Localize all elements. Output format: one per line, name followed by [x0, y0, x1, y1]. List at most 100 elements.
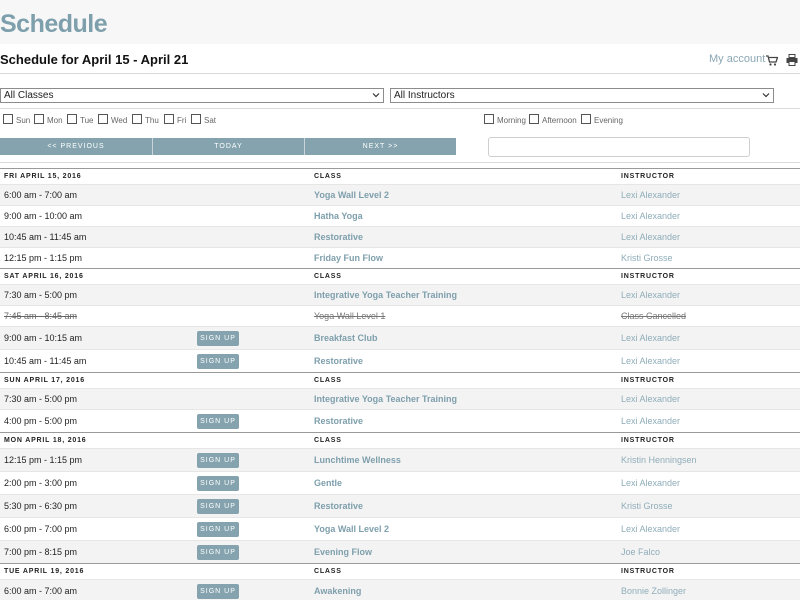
checkbox-morning[interactable] — [484, 114, 494, 124]
sign-up-button[interactable]: SIGN UP — [197, 354, 239, 369]
class-time: 4:00 pm - 5:00 pm — [4, 416, 78, 426]
checkbox-thu[interactable] — [132, 114, 142, 124]
previous-week-button[interactable]: << PREVIOUS — [0, 138, 152, 155]
checkbox-tue[interactable] — [67, 114, 77, 124]
class-name-link[interactable]: Yoga Wall Level 2 — [314, 524, 389, 534]
class-time: 10:45 am - 11:45 am — [4, 356, 87, 366]
sign-up-button[interactable]: SIGN UP — [197, 499, 239, 514]
page-title: Schedule — [0, 10, 108, 38]
checkbox-evening[interactable] — [581, 114, 591, 124]
day-header: FRI APRIL 15, 2016 CLASS INSTRUCTOR — [0, 168, 800, 184]
instructor-link[interactable]: Lexi Alexander — [621, 333, 680, 343]
checkbox-sun[interactable] — [3, 114, 13, 124]
checkbox-afternoon[interactable] — [529, 114, 539, 124]
class-time: 7:45 am - 8:45 am — [4, 311, 78, 321]
column-header-class: CLASS — [314, 568, 342, 575]
instructor-link[interactable]: Kristin Henningsen — [621, 455, 697, 465]
instructor-link[interactable]: Lexi Alexander — [621, 190, 680, 200]
class-filter-value: All Classes — [4, 90, 54, 101]
instructor-link[interactable]: Lexi Alexander — [621, 290, 680, 300]
class-time: 5:30 pm - 6:30 pm — [4, 501, 78, 511]
sign-up-button[interactable]: SIGN UP — [197, 453, 239, 468]
class-time: 7:30 am - 5:00 pm — [4, 394, 78, 404]
day-header: TUE APRIL 19, 2016 CLASS INSTRUCTOR — [0, 563, 800, 579]
class-name-link[interactable]: Awakening — [314, 586, 361, 596]
checkbox-label-mon: Mon — [47, 116, 63, 125]
class-filter-select[interactable]: All Classes — [0, 88, 384, 103]
column-header-instructor: INSTRUCTOR — [621, 173, 675, 180]
class-cancelled-status: Class Cancelled — [621, 311, 687, 321]
instructor-link[interactable]: Lexi Alexander — [621, 416, 680, 426]
column-header-instructor: INSTRUCTOR — [621, 437, 675, 444]
class-name-link[interactable]: Yoga Wall Level 2 — [314, 190, 389, 200]
checkbox-label-tue: Tue — [80, 116, 94, 125]
sign-up-button[interactable]: SIGN UP — [197, 522, 239, 537]
schedule-row: 2:00 pm - 3:00 pm SIGN UP Gentle Lexi Alexa… — [0, 471, 800, 494]
schedule-row: 12:15 pm - 1:15 pm SIGN UP Lunchtime Welln… — [0, 448, 800, 471]
class-name-link[interactable]: Friday Fun Flow — [314, 253, 383, 263]
schedule-row: 7:30 am - 5:00 pm Integrative Yoga Teache… — [0, 284, 800, 305]
class-name-link[interactable]: Yoga Wall Level 1 — [314, 311, 385, 321]
checkbox-sat[interactable] — [191, 114, 201, 124]
instructor-link[interactable]: Lexi Alexander — [621, 356, 680, 366]
instructor-link[interactable]: Lexi Alexander — [621, 524, 680, 534]
divider — [0, 73, 800, 74]
instructor-link[interactable]: Kristi Grosse — [621, 253, 673, 263]
cart-icon[interactable] — [766, 55, 778, 66]
checkbox-label-evening: Evening — [594, 116, 623, 125]
class-name-link[interactable]: Evening Flow — [314, 547, 372, 557]
day-date: SUN APRIL 17, 2016 — [4, 377, 85, 384]
class-name-link[interactable]: Integrative Yoga Teacher Training — [314, 290, 457, 300]
instructor-link[interactable]: Lexi Alexander — [621, 478, 680, 488]
schedule-row: 4:00 pm - 5:00 pm SIGN UP Restorative Lexi … — [0, 409, 800, 432]
class-name-link[interactable]: Gentle — [314, 478, 342, 488]
divider — [0, 162, 800, 163]
class-name-link[interactable]: Restorative — [314, 501, 363, 511]
schedule-row: 7:30 am - 5:00 pm Integrative Yoga Teache… — [0, 388, 800, 409]
schedule-row: 6:00 pm - 7:00 pm SIGN UP Yoga Wall Level … — [0, 517, 800, 540]
checkbox-label-wed: Wed — [111, 116, 128, 125]
day-header: MON APRIL 18, 2016 CLASS INSTRUCTOR — [0, 432, 800, 448]
instructor-link[interactable]: Lexi Alexander — [621, 211, 680, 221]
checkbox-fri[interactable] — [164, 114, 174, 124]
checkbox-mon[interactable] — [34, 114, 44, 124]
class-time: 7:30 am - 5:00 pm — [4, 290, 78, 300]
class-name-link[interactable]: Hatha Yoga — [314, 211, 363, 221]
instructor-link[interactable]: Kristi Grosse — [621, 501, 673, 511]
class-time: 7:00 pm - 8:15 pm — [4, 547, 78, 557]
checkbox-label-sat: Sat — [204, 116, 217, 125]
class-time: 6:00 am - 7:00 am — [4, 190, 78, 200]
class-name-link[interactable]: Restorative — [314, 356, 363, 366]
day-date: FRI APRIL 15, 2016 — [4, 173, 82, 180]
class-name-link[interactable]: Breakfast Club — [314, 333, 378, 343]
search-input[interactable] — [488, 137, 750, 157]
column-header-class: CLASS — [314, 377, 342, 384]
instructor-link[interactable]: Lexi Alexander — [621, 394, 680, 404]
my-account-link[interactable]: My account — [709, 53, 765, 65]
schedule-row: 6:00 am - 7:00 am Yoga Wall Level 2 Lexi A… — [0, 184, 800, 205]
sign-up-button[interactable]: SIGN UP — [197, 584, 239, 599]
print-icon[interactable] — [786, 54, 798, 66]
class-name-link[interactable]: Restorative — [314, 416, 363, 426]
column-header-instructor: INSTRUCTOR — [621, 568, 675, 575]
checkbox-wed[interactable] — [98, 114, 108, 124]
schedule-row: 7:45 am - 8:45 am Yoga Wall Level 1 Class … — [0, 305, 800, 326]
today-button[interactable]: TODAY — [153, 138, 304, 155]
instructor-link[interactable]: Joe Falco — [621, 547, 660, 557]
sign-up-button[interactable]: SIGN UP — [197, 414, 239, 429]
class-time: 9:00 am - 10:15 am — [4, 333, 83, 343]
sign-up-button[interactable]: SIGN UP — [197, 545, 239, 560]
day-date: MON APRIL 18, 2016 — [4, 437, 87, 444]
sign-up-button[interactable]: SIGN UP — [197, 476, 239, 491]
schedule-row: 9:00 am - 10:15 am SIGN UP Breakfast Club L… — [0, 326, 800, 349]
class-name-link[interactable]: Integrative Yoga Teacher Training — [314, 394, 457, 404]
checkbox-label-morning: Morning — [497, 116, 526, 125]
instructor-link[interactable]: Bonnie Zollinger — [621, 586, 686, 596]
class-name-link[interactable]: Restorative — [314, 232, 363, 242]
class-name-link[interactable]: Lunchtime Wellness — [314, 455, 401, 465]
instructor-link[interactable]: Lexi Alexander — [621, 232, 680, 242]
sign-up-button[interactable]: SIGN UP — [197, 331, 239, 346]
next-week-button[interactable]: NEXT >> — [305, 138, 456, 155]
instructor-filter-select[interactable]: All Instructors — [390, 88, 774, 103]
class-time: 9:00 am - 10:00 am — [4, 211, 83, 221]
